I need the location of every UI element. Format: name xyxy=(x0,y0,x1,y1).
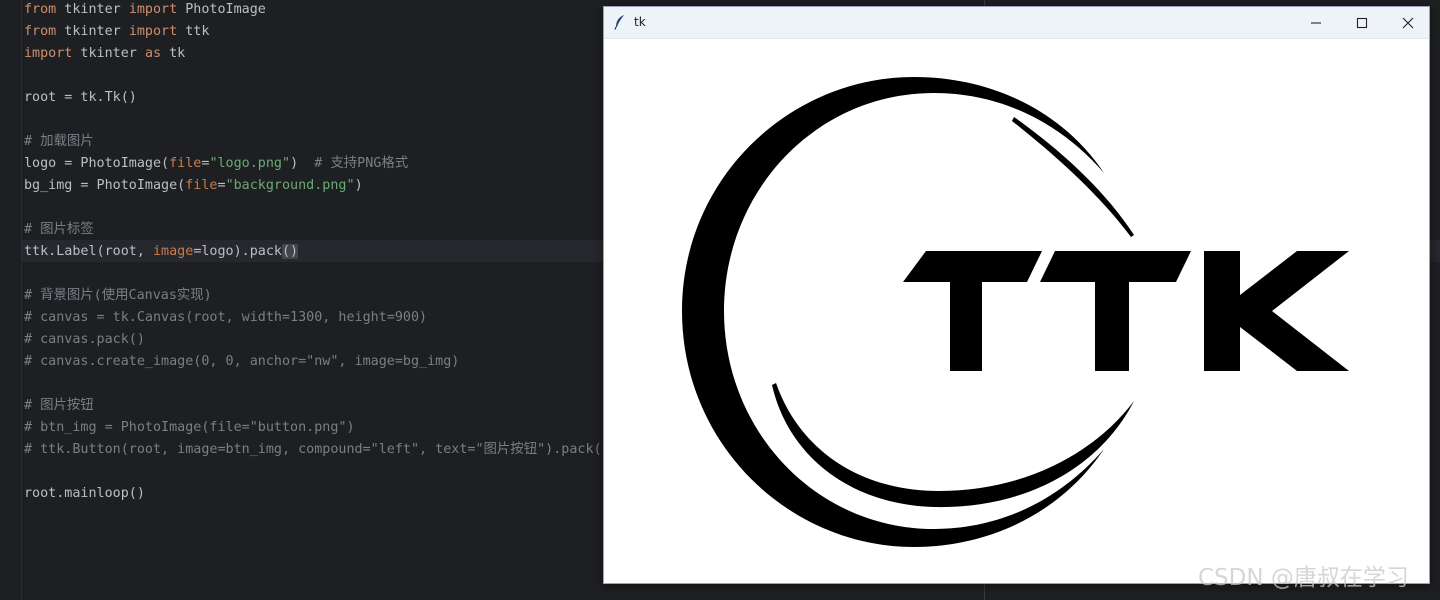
code-token: from xyxy=(24,24,57,39)
logo-letter-k xyxy=(1204,251,1349,371)
window-title: tk xyxy=(634,15,646,29)
code-token: # canvas.pack() xyxy=(24,332,145,347)
code-token: from xyxy=(24,2,57,17)
code-line[interactable]: ttk.Label(root, image=logo).pack() xyxy=(24,242,610,264)
ttk-label xyxy=(604,39,1429,583)
code-token: import xyxy=(24,46,73,61)
code-line[interactable]: # 图片标签 xyxy=(24,220,610,242)
code-token: file xyxy=(169,156,202,171)
code-line[interactable] xyxy=(24,264,610,286)
code-token: ttk xyxy=(177,24,210,39)
minimize-button[interactable] xyxy=(1293,7,1339,39)
code-line[interactable]: # ttk.Button(root, image=btn_img, compou… xyxy=(24,440,610,462)
logo-inner-arc-bottom xyxy=(772,383,1134,508)
code-token: import xyxy=(128,24,178,39)
feather-icon xyxy=(613,14,627,30)
code-token: PhotoImage xyxy=(177,2,266,17)
logo-inner-arc-top xyxy=(1012,117,1134,237)
watermark-text: CSDN @唐叔在学习 xyxy=(1198,565,1409,591)
code-line[interactable]: # canvas.create_image(0, 0, anchor="nw",… xyxy=(24,352,610,374)
code-token: # ttk.Button(root, image=btn_img, compou… xyxy=(24,442,610,457)
code-token: "background.png" xyxy=(225,178,355,193)
code-line[interactable]: root.mainloop() xyxy=(24,484,610,506)
window-titlebar[interactable]: tk xyxy=(604,7,1429,39)
code-token: image xyxy=(153,244,194,259)
code-line[interactable]: # canvas.pack() xyxy=(24,330,610,352)
code-token: # btn_img = PhotoImage(file="button.png"… xyxy=(24,420,355,435)
code-token: # 背景图片(使用Canvas实现) xyxy=(24,288,212,303)
code-token: as xyxy=(144,46,162,61)
code-line[interactable] xyxy=(24,462,610,484)
code-token: ttk.Label(root, xyxy=(24,244,153,259)
code-line[interactable]: from tkinter import PhotoImage xyxy=(24,0,610,22)
code-token: root.mainloop() xyxy=(24,486,145,501)
code-line[interactable]: bg_img = PhotoImage(file="background.png… xyxy=(24,176,610,198)
code-token: tkinter xyxy=(56,2,129,17)
code-line[interactable]: import tkinter as tk xyxy=(24,44,610,66)
code-token: root = tk.Tk() xyxy=(24,90,137,105)
code-token: # 加载图片 xyxy=(24,134,94,149)
gutter-divider xyxy=(21,0,22,600)
code-token: bg_img = PhotoImage( xyxy=(24,178,186,193)
maximize-icon xyxy=(1356,17,1368,29)
code-token: tkinter xyxy=(56,24,129,39)
code-token: # 支持PNG格式 xyxy=(314,156,409,171)
code-token: # canvas = tk.Canvas(root, width=1300, h… xyxy=(24,310,428,325)
code-token: ) xyxy=(354,178,363,193)
code-token: ) xyxy=(290,156,315,171)
code-line[interactable] xyxy=(24,66,610,88)
code-token: tk xyxy=(161,46,186,61)
code-line[interactable]: logo = PhotoImage(file="logo.png") # 支持P… xyxy=(24,154,610,176)
logo-letter-t2 xyxy=(1040,251,1191,371)
code-line[interactable] xyxy=(24,198,610,220)
code-token: =logo).pack xyxy=(193,244,282,259)
code-token: # 图片标签 xyxy=(24,222,94,237)
code-token: file xyxy=(185,178,218,193)
code-line[interactable]: # 背景图片(使用Canvas实现) xyxy=(24,286,610,308)
code-token: # 图片按钮 xyxy=(24,398,94,413)
tk-window[interactable]: tk xyxy=(603,6,1430,584)
code-line[interactable] xyxy=(24,374,610,396)
code-token: tkinter xyxy=(72,46,145,61)
logo-letters xyxy=(903,251,1349,371)
close-icon xyxy=(1402,17,1414,29)
code-line[interactable]: # 图片按钮 xyxy=(24,396,610,418)
code-token: # canvas.create_image(0, 0, anchor="nw",… xyxy=(24,354,460,369)
code-line[interactable]: from tkinter import ttk xyxy=(24,22,610,44)
code-lines[interactable]: from tkinter import PhotoImage from tkint… xyxy=(24,0,610,506)
code-token: = xyxy=(217,178,226,193)
maximize-button[interactable] xyxy=(1339,7,1385,39)
code-line[interactable] xyxy=(24,110,610,132)
logo-letter-t1 xyxy=(903,251,1042,371)
close-button[interactable] xyxy=(1385,7,1431,39)
code-line[interactable]: # 加载图片 xyxy=(24,132,610,154)
ttk-logo-image xyxy=(682,77,1349,547)
code-token: logo = PhotoImage( xyxy=(24,156,170,171)
minimize-icon xyxy=(1311,22,1321,24)
code-token: import xyxy=(128,2,178,17)
code-token: "logo.png" xyxy=(209,156,291,171)
code-line[interactable]: # btn_img = PhotoImage(file="button.png"… xyxy=(24,418,610,440)
code-line[interactable]: # canvas = tk.Canvas(root, width=1300, h… xyxy=(24,308,610,330)
code-token: () xyxy=(282,244,299,259)
code-line[interactable]: root = tk.Tk() xyxy=(24,88,610,110)
